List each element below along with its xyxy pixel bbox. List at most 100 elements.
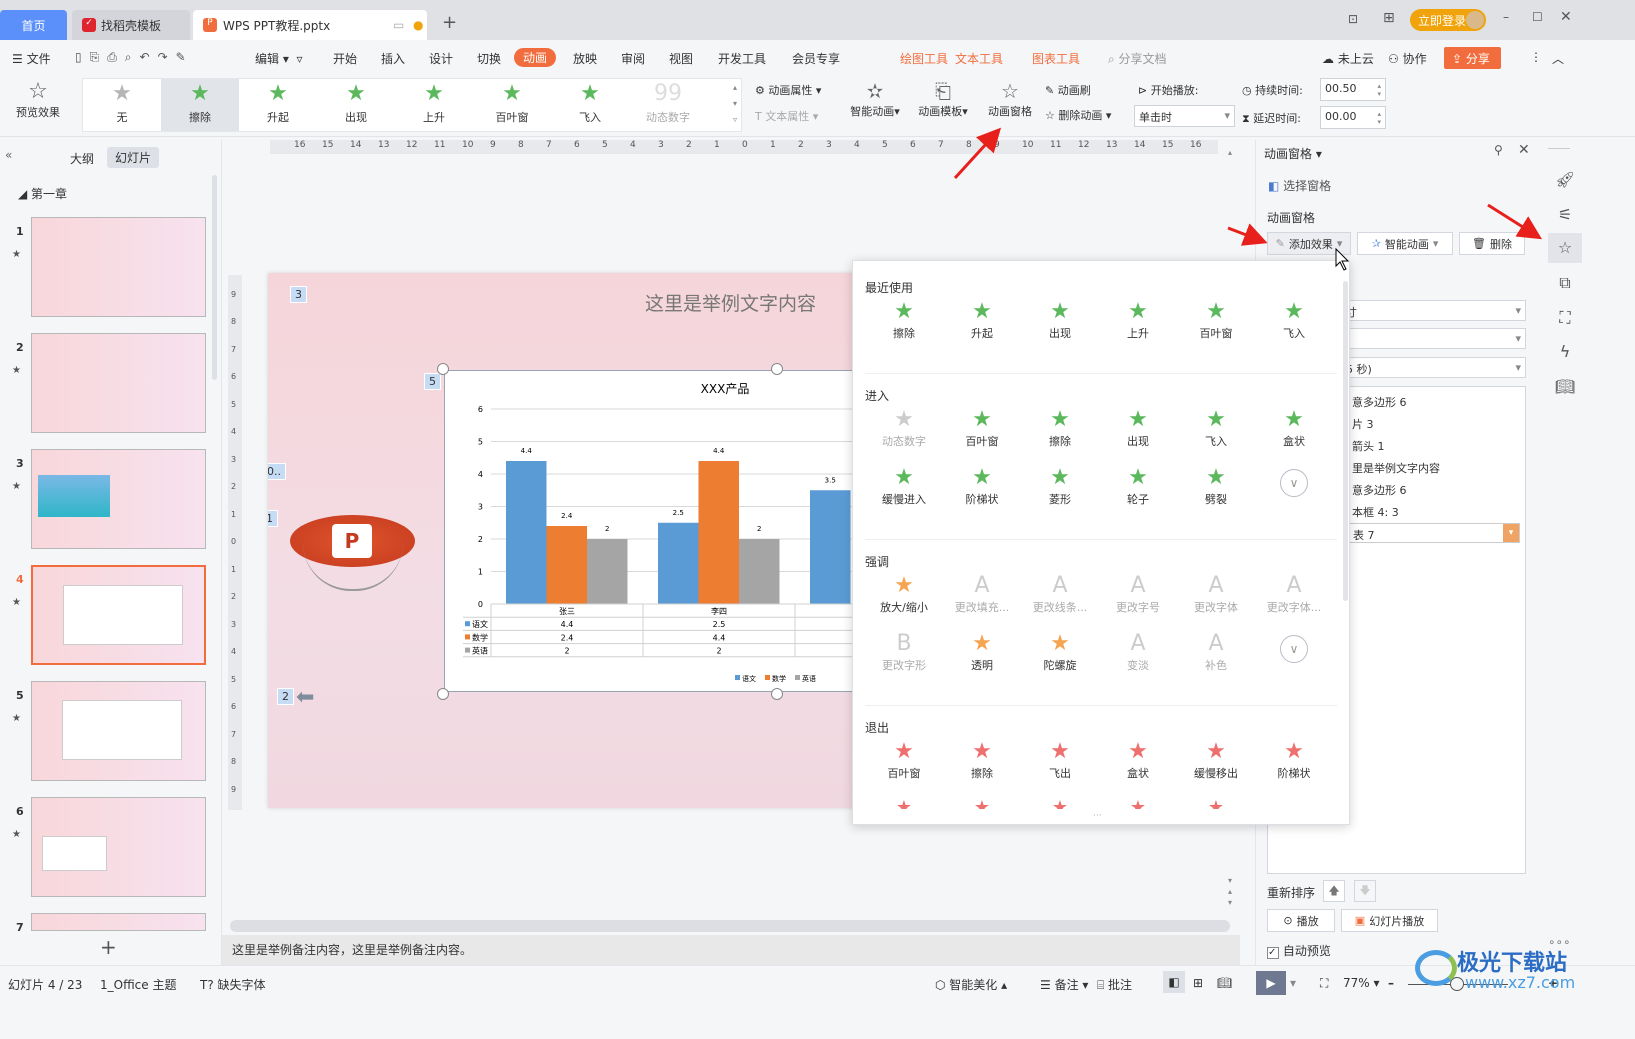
image-edit-icon[interactable]: ⛶	[1548, 303, 1582, 333]
expand-more-button[interactable]: ∨	[1255, 631, 1333, 663]
tab-slides[interactable]: 幻灯片	[107, 147, 160, 168]
tab-outline[interactable]: 大纲	[70, 150, 94, 167]
resize-handle[interactable]	[771, 688, 783, 700]
pin-icon[interactable]: ⚲	[1494, 143, 1503, 157]
play-button[interactable]: ⊙ 播放	[1267, 909, 1335, 932]
slideshow-button[interactable]: ▣ 幻灯片播放	[1341, 909, 1438, 932]
effect-item[interactable]: ★ 百叶窗	[943, 407, 1021, 449]
animation-order-badge[interactable]: 0..	[268, 463, 286, 480]
slide-title[interactable]: 这里是举例文字内容	[645, 289, 816, 316]
animation-marker-icon[interactable]: ★	[12, 249, 21, 260]
more-icon[interactable]: ⋮	[1530, 50, 1542, 64]
effect-item[interactable]: ★ 出现	[1099, 407, 1177, 449]
animation-marker-icon[interactable]: ★	[12, 713, 21, 724]
animation-template-button[interactable]: ⎗ 动画模板▾	[913, 79, 973, 119]
slide-thumbnail[interactable]	[31, 565, 206, 665]
book-search-icon[interactable]: 📖︎	[1548, 372, 1582, 402]
animation-pane-button[interactable]: ☆ 动画窗格	[983, 79, 1037, 119]
selection-pane-link[interactable]: ◧ 选择窗格	[1268, 177, 1331, 194]
new-tab-button[interactable]: +	[442, 12, 457, 33]
dropdown-arrow-icon[interactable]: ▾	[1503, 524, 1519, 542]
speed-select[interactable]: 5 秒) ▾	[1341, 357, 1526, 378]
theme-name[interactable]: 1_Office 主题	[100, 976, 176, 993]
smart-animation-pane-button[interactable]: ✰ 智能动画 ▾	[1357, 232, 1453, 255]
search-docs[interactable]: ⌕ 分享文档	[1108, 50, 1167, 67]
start-trigger-select[interactable]: 单击时 ▾	[1134, 105, 1235, 127]
slide-thumbnail[interactable]	[31, 449, 206, 549]
horizontal-scrollbar[interactable]	[230, 920, 1230, 932]
effect-item[interactable]: ★ 飞出	[1021, 739, 1099, 781]
effect-item[interactable]: ★ 放大/缩小	[865, 573, 943, 615]
slideshow-play-button[interactable]: ▶	[1256, 971, 1286, 995]
delay-input[interactable]: 00.00 ▴ ▾	[1320, 106, 1386, 129]
effect-item[interactable]: A 更改字号	[1099, 573, 1177, 615]
gallery-item[interactable]: ★ 上升	[395, 79, 473, 131]
move-down-button[interactable]: 🡇	[1354, 880, 1376, 902]
contextual-tab[interactable]: 文本工具	[955, 50, 1003, 67]
maximize-button[interactable]: ☐	[1532, 10, 1543, 24]
collaborate-button[interactable]: ⚇ 协作	[1388, 50, 1427, 67]
effect-item[interactable]: ★ 百叶窗	[865, 739, 943, 781]
animation-order-badge[interactable]: 5	[424, 373, 441, 390]
effect-item[interactable]: ★ 出现	[1021, 299, 1099, 341]
animation-brush-button[interactable]: ✎ 动画刷	[1045, 82, 1091, 98]
missing-font-button[interactable]: T? 缺失字体	[200, 976, 266, 993]
fit-window-icon[interactable]: ⛶	[1320, 976, 1328, 991]
effect-item[interactable]: ★ 擦除	[1021, 407, 1099, 449]
animation-order-badge[interactable]: 1	[268, 510, 278, 527]
effect-item[interactable]: A 更改填充...	[943, 573, 1021, 615]
beautify-button[interactable]: ⬡ 智能美化 ▴	[935, 976, 1007, 993]
gallery-item[interactable]: ★ 出现	[317, 79, 395, 131]
gallery-item[interactable]: ★ 升起	[239, 79, 317, 131]
slide-thumbnail[interactable]	[31, 333, 206, 433]
share-button[interactable]: ⇪ 分享	[1444, 47, 1501, 69]
resize-handle[interactable]	[437, 363, 449, 375]
animation-order-badge[interactable]: 2	[277, 688, 294, 705]
notes-area[interactable]: 这里是举例备注内容，这里是举例备注内容。	[222, 935, 1240, 965]
effect-item[interactable]: ★ 盒状	[1255, 407, 1333, 449]
menu-tab-0[interactable]: 开始	[333, 50, 357, 67]
effect-item[interactable]: ★ 盒状	[1099, 739, 1177, 781]
animation-marker-icon[interactable]: ★	[12, 597, 21, 608]
effect-item[interactable]: ★ 菱形	[1021, 465, 1099, 507]
zoom-out-button[interactable]: –	[1388, 976, 1394, 990]
slide-thumbnail[interactable]	[31, 217, 206, 317]
resize-grip-icon[interactable]: ···	[1093, 811, 1102, 821]
effect-item[interactable]: ★ 缓慢移出	[1177, 739, 1255, 781]
delete-animation-button[interactable]: ☆ 删除动画 ▾	[1045, 107, 1111, 123]
resize-handle[interactable]	[437, 688, 449, 700]
lightning-icon[interactable]: ϟ	[1548, 337, 1582, 367]
animation-order-badge[interactable]: 3	[290, 286, 307, 303]
duration-input[interactable]: 00.50 ▴ ▾	[1320, 78, 1386, 101]
popup-scrollbar[interactable]	[1343, 281, 1348, 601]
animation-marker-icon[interactable]: ★	[12, 829, 21, 840]
animation-marker-icon[interactable]: ★	[12, 365, 21, 376]
effect-item[interactable]: ★ 劈裂	[1177, 465, 1255, 507]
auto-preview-checkbox[interactable]: ✓ 自动预览	[1267, 942, 1331, 959]
effect-item[interactable]: ★ 飞入	[1255, 299, 1333, 341]
gallery-item[interactable]: 99 动态数字	[629, 79, 707, 131]
slide-thumbnail[interactable]	[31, 681, 206, 781]
effect-item[interactable]: B 更改字形	[865, 631, 943, 673]
arc-shape[interactable]	[303, 543, 403, 591]
move-up-button[interactable]: 🡅	[1323, 880, 1345, 902]
effect-item[interactable]: A 更改线条...	[1021, 573, 1099, 615]
apps-grid-icon[interactable]: ⊞	[1383, 10, 1395, 26]
reading-view-icon[interactable]: 📖︎	[1217, 976, 1232, 990]
play-options-icon[interactable]: ▾	[1290, 976, 1296, 990]
gallery-item[interactable]: ★ 飞入	[551, 79, 629, 131]
slide-sorter-icon[interactable]: ⊞	[1193, 976, 1203, 990]
menu-tab-9[interactable]: 会员专享	[792, 50, 840, 67]
effect-item[interactable]: ★ 缓慢进入	[865, 465, 943, 507]
effect-item[interactable]: ★ 百叶窗	[1177, 299, 1255, 341]
tab-home[interactable]: 首页	[0, 10, 67, 40]
effect-item[interactable]: ★ 阶梯状	[1255, 739, 1333, 781]
login-button[interactable]: 立即登录	[1410, 9, 1486, 31]
normal-view-icon[interactable]: ◧	[1163, 971, 1185, 993]
quick-access-icons[interactable]: ▯⎘⎙⌕↶↷✎	[75, 50, 194, 65]
gallery-item[interactable]: ★ 擦除	[161, 79, 239, 131]
delete-button[interactable]: 🗑 删除	[1459, 232, 1525, 255]
sliders-icon[interactable]: ⚟	[1548, 200, 1582, 230]
effect-item[interactable]: ★ 轮子	[1099, 465, 1177, 507]
animation-marker-icon[interactable]: ★	[12, 481, 21, 492]
